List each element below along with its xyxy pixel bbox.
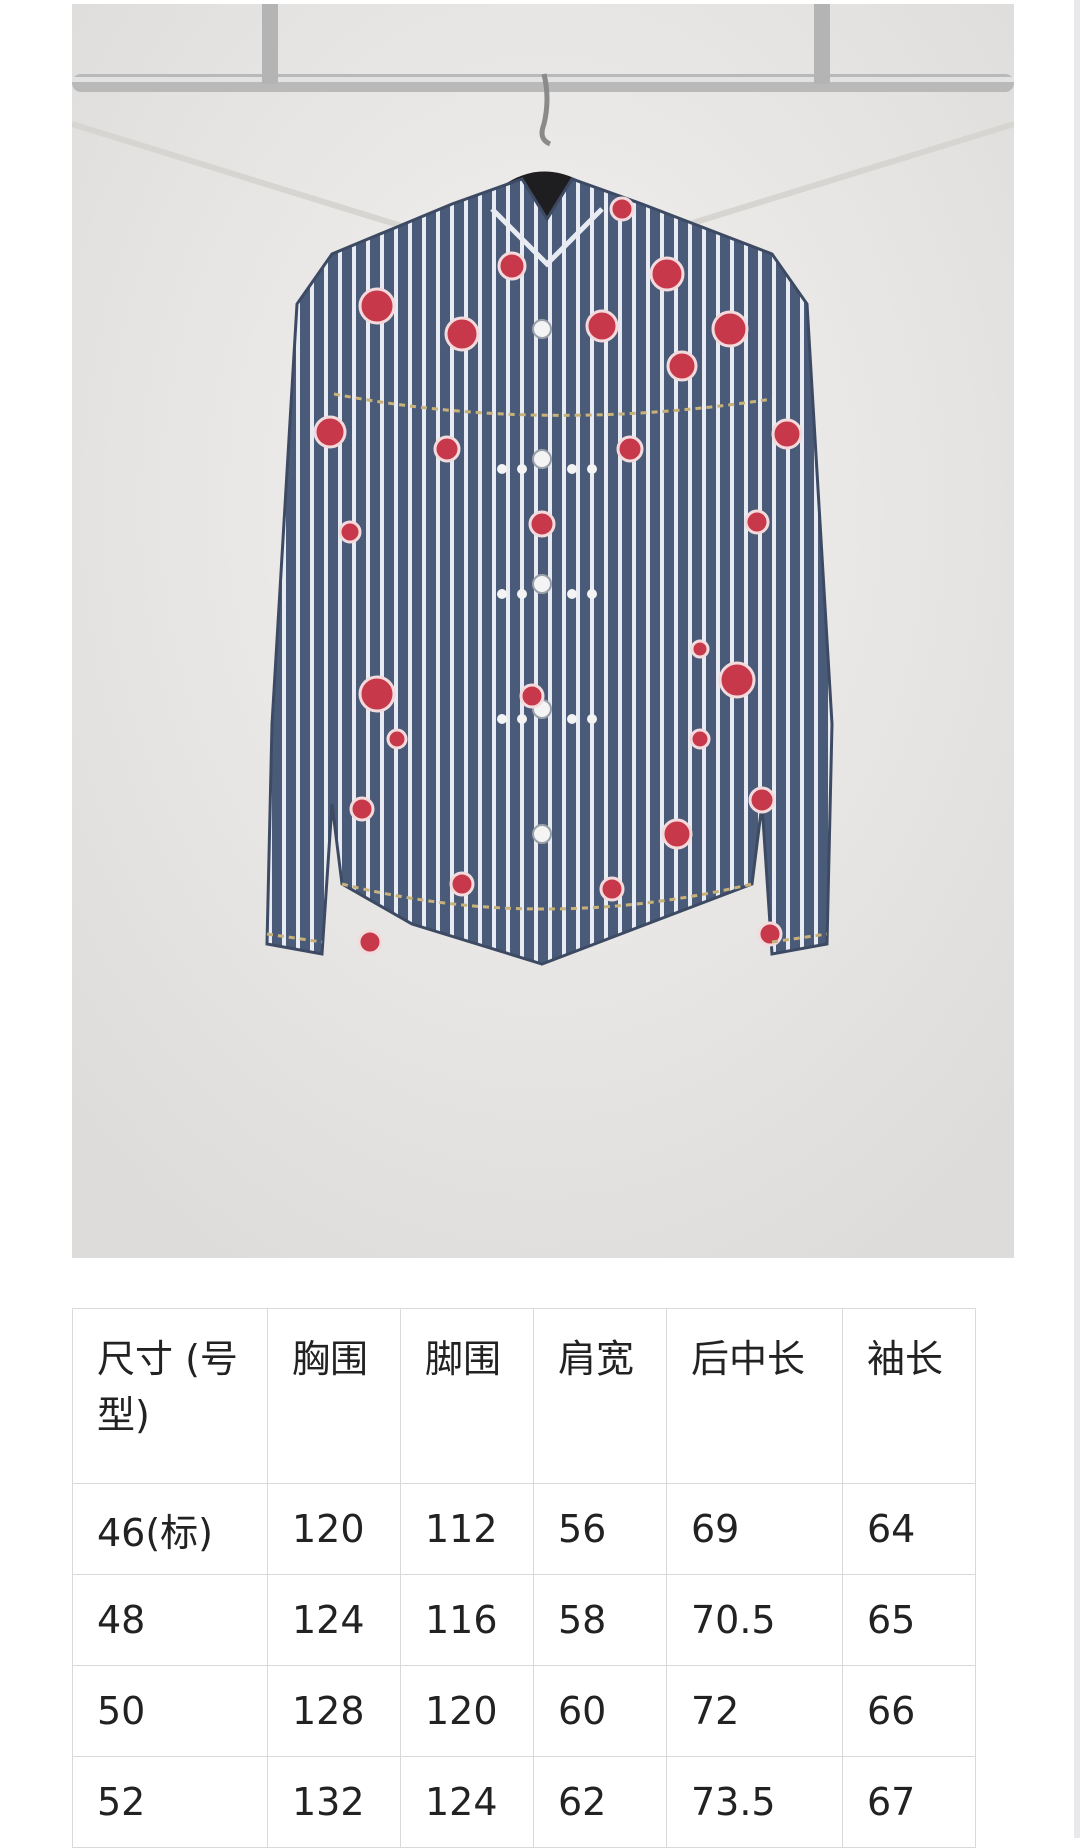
table-cell: 52 bbox=[72, 1756, 268, 1848]
header-shoulder: 肩宽 bbox=[533, 1308, 667, 1484]
header-hem: 脚围 bbox=[400, 1308, 534, 1484]
table-cell: 120 bbox=[400, 1665, 534, 1757]
header-sleeve: 袖长 bbox=[842, 1308, 976, 1484]
jacket-illustration bbox=[72, 4, 1014, 1258]
table-row: 48 124 116 58 70.5 65 bbox=[72, 1574, 976, 1666]
table-cell: 116 bbox=[400, 1574, 534, 1666]
table-header-row: 尺寸 (号型) 胸围 脚围 肩宽 后中长 袖长 bbox=[72, 1308, 976, 1484]
table-cell: 46(标) bbox=[72, 1483, 268, 1575]
header-back-length: 后中长 bbox=[666, 1308, 843, 1484]
table-cell: 62 bbox=[533, 1756, 667, 1848]
table-cell: 70.5 bbox=[666, 1574, 843, 1666]
table-cell: 48 bbox=[72, 1574, 268, 1666]
table-cell: 73.5 bbox=[666, 1756, 843, 1848]
table-cell: 60 bbox=[533, 1665, 667, 1757]
table-cell: 66 bbox=[842, 1665, 976, 1757]
table-cell: 124 bbox=[400, 1756, 534, 1848]
table-row: 50 128 120 60 72 66 bbox=[72, 1665, 976, 1757]
page-scroll-edge bbox=[1074, 0, 1080, 1838]
header-size: 尺寸 (号型) bbox=[72, 1308, 268, 1484]
header-chest: 胸围 bbox=[267, 1308, 401, 1484]
table-cell: 112 bbox=[400, 1483, 534, 1575]
table-cell: 56 bbox=[533, 1483, 667, 1575]
size-chart-table: 尺寸 (号型) 胸围 脚围 肩宽 后中长 袖长 46(标) 120 112 56… bbox=[72, 1308, 976, 1848]
table-cell: 128 bbox=[267, 1665, 401, 1757]
table-cell: 69 bbox=[666, 1483, 843, 1575]
table-cell: 50 bbox=[72, 1665, 268, 1757]
table-cell: 58 bbox=[533, 1574, 667, 1666]
table-cell: 67 bbox=[842, 1756, 976, 1848]
product-photo[interactable] bbox=[72, 4, 1014, 1258]
table-cell: 65 bbox=[842, 1574, 976, 1666]
table-cell: 120 bbox=[267, 1483, 401, 1575]
table-row: 52 132 124 62 73.5 67 bbox=[72, 1756, 976, 1848]
table-cell: 132 bbox=[267, 1756, 401, 1848]
table-cell: 72 bbox=[666, 1665, 843, 1757]
table-cell: 64 bbox=[842, 1483, 976, 1575]
table-row: 46(标) 120 112 56 69 64 bbox=[72, 1483, 976, 1575]
table-cell: 124 bbox=[267, 1574, 401, 1666]
